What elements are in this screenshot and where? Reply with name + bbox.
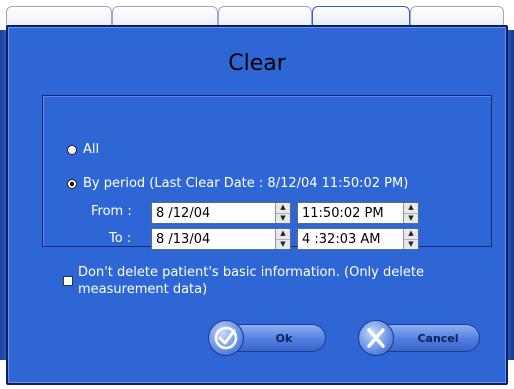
option-by-period[interactable]: By period (Last Clear Date : 8/12/04 11:… [67, 176, 408, 191]
from-time-field[interactable]: 11:50:02 PM ▲ ▼ [297, 202, 419, 224]
keep-basic-info-option[interactable]: Don't delete patient's basic information… [63, 264, 483, 298]
cancel-button-label: Cancel [417, 331, 459, 345]
dialog-title: Clear [228, 51, 286, 76]
check-icon-glyph [214, 326, 238, 350]
from-date-field[interactable]: 8 /12/04 ▲ ▼ [151, 202, 291, 224]
spin-up-icon[interactable]: ▲ [404, 229, 418, 240]
spin-down-icon[interactable]: ▼ [276, 240, 290, 250]
radio-by-period[interactable] [67, 178, 77, 189]
clear-dialog: Clear All By period (Last Clear Date : 8… [6, 25, 508, 385]
to-time-field[interactable]: 4 :32:03 AM ▲ ▼ [297, 228, 419, 250]
x-icon[interactable] [358, 320, 394, 356]
keep-basic-info-label: Don't delete patient's basic information… [78, 265, 424, 297]
from-time-spinner[interactable]: ▲ ▼ [403, 203, 418, 223]
spin-up-icon[interactable]: ▲ [404, 203, 418, 214]
from-label: From : [91, 204, 132, 219]
radio-all[interactable] [67, 144, 77, 155]
to-date-spinner[interactable]: ▲ ▼ [275, 229, 290, 249]
from-date-spinner[interactable]: ▲ ▼ [275, 203, 290, 223]
spin-up-icon[interactable]: ▲ [276, 229, 290, 240]
spin-down-icon[interactable]: ▼ [404, 214, 418, 224]
keep-basic-info-checkbox[interactable] [63, 276, 73, 286]
to-time-spinner[interactable]: ▲ ▼ [403, 229, 418, 249]
from-time-value: 11:50:02 PM [302, 205, 384, 221]
x-icon-glyph [367, 328, 385, 348]
spin-up-icon[interactable]: ▲ [276, 203, 290, 214]
to-time-value: 4 :32:03 AM [302, 231, 381, 247]
option-by-period-label: By period (Last Clear Date : 8/12/04 11:… [83, 176, 409, 191]
option-all-label: All [83, 142, 100, 157]
spin-down-icon[interactable]: ▼ [276, 214, 290, 224]
to-date-value: 8 /13/04 [156, 231, 211, 247]
ok-button-label: Ok [275, 331, 293, 345]
to-date-field[interactable]: 8 /13/04 ▲ ▼ [151, 228, 291, 250]
check-icon[interactable] [208, 320, 244, 356]
period-group-box: All By period (Last Clear Date : 8/12/04… [42, 95, 492, 250]
from-date-value: 8 /12/04 [156, 205, 211, 221]
spin-down-icon[interactable]: ▼ [404, 240, 418, 250]
to-label: To : [109, 231, 132, 246]
screen: Clear All By period (Last Clear Date : 8… [0, 0, 514, 389]
option-all[interactable]: All [67, 142, 99, 157]
